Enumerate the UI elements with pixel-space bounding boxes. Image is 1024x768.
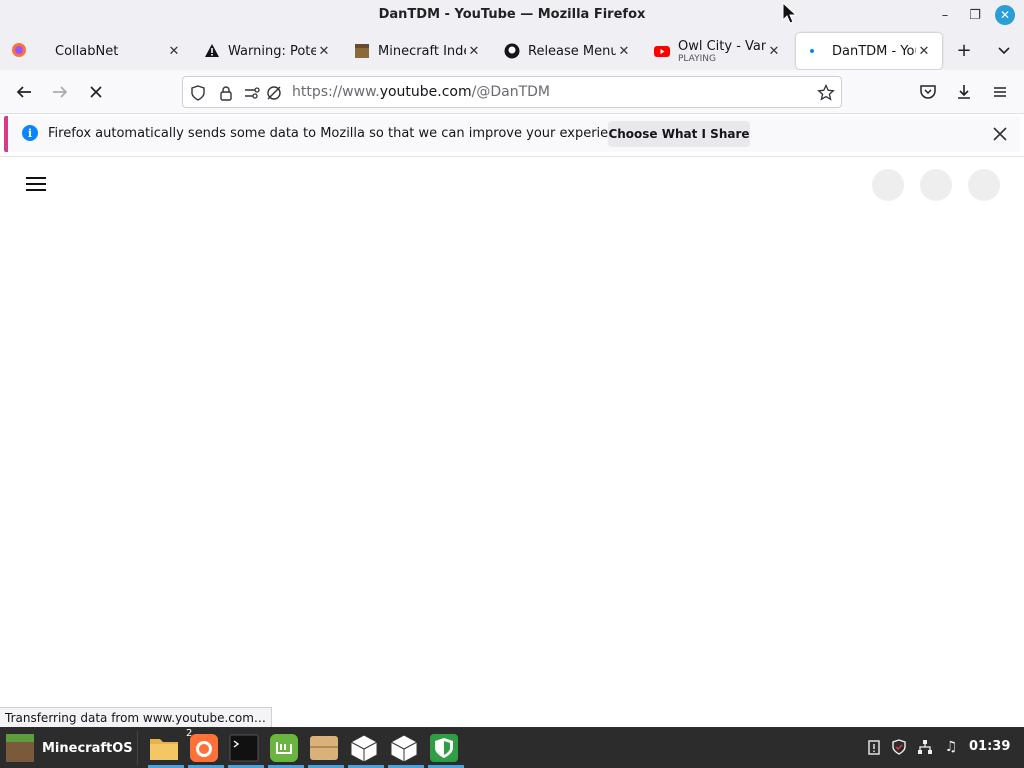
notification-message: Firefox automatically sends some data to… [48, 126, 636, 141]
firefox-app-icon[interactable]: 2 [186, 728, 224, 768]
window-titlebar: DanTDM - YouTube — Mozilla Firefox – ❐ ✕ [0, 0, 1024, 30]
box-app-icon-1[interactable] [348, 732, 384, 768]
info-icon: i [22, 125, 38, 141]
tracking-protection-icon[interactable] [265, 84, 283, 102]
back-icon[interactable] [12, 80, 36, 104]
choose-what-i-share-button[interactable]: Choose What I Share [608, 121, 750, 147]
taskbar-separator [137, 731, 138, 765]
sound-tray-icon[interactable]: ♫ [941, 737, 961, 757]
tab-close-icon[interactable]: ✕ [466, 43, 482, 59]
new-tab-icon[interactable]: + [953, 39, 975, 61]
navigation-toolbar: https://www.youtube.com/@DanTDM [0, 70, 1024, 114]
tab-strip: CollabNet ✕ Warning: Poten ✕ Minecraft I… [0, 30, 1024, 70]
tab-label: Owl City - Vanil [678, 38, 766, 54]
list-all-tabs-icon[interactable] [993, 39, 1015, 61]
tab-close-icon[interactable]: ✕ [316, 43, 332, 59]
app-menu-icon[interactable] [988, 80, 1012, 104]
tab-warning[interactable]: Warning: Poten ✕ [192, 33, 342, 69]
archive-app-icon[interactable] [308, 732, 344, 768]
box-app-icon-2[interactable] [388, 732, 424, 768]
tab-label: Minecraft Index [378, 43, 466, 59]
terminal-app-icon[interactable] [228, 732, 264, 768]
window-count-badge: 2 [186, 728, 193, 739]
mouse-cursor-icon [782, 1, 798, 28]
network-tray-icon[interactable] [915, 737, 935, 757]
taskbar: MinecraftOS 2 ♫ 01:39 [0, 727, 1024, 768]
tab-minecraft-index[interactable]: Minecraft Index ✕ [342, 33, 492, 69]
warning-icon [204, 43, 220, 59]
close-notification-icon[interactable] [990, 124, 1010, 144]
github-icon [504, 43, 520, 59]
guide-menu-icon[interactable] [26, 177, 46, 193]
status-panel: Transferring data from www.youtube.com… [0, 707, 272, 728]
forward-icon[interactable] [48, 80, 72, 104]
files-app-icon[interactable] [148, 732, 184, 768]
downloads-icon[interactable] [952, 80, 976, 104]
loading-placeholder-circle [872, 169, 904, 201]
tab-label: Warning: Poten [228, 43, 316, 59]
security-tray-icon[interactable] [889, 737, 909, 757]
minimize-button[interactable]: – [935, 5, 955, 25]
data-collection-notification: i Firefox automatically sends some data … [4, 116, 1020, 152]
youtube-icon [654, 43, 670, 59]
url-bar[interactable]: https://www.youtube.com/@DanTDM [182, 76, 842, 108]
start-label: MinecraftOS [42, 740, 133, 756]
url-prefix: https://www. [292, 84, 380, 100]
clock[interactable]: 01:39 [969, 739, 1010, 754]
start-menu-button[interactable]: MinecraftOS [6, 734, 133, 762]
tab-close-icon[interactable]: ✕ [916, 43, 932, 59]
permissions-icon[interactable] [243, 84, 261, 102]
minecraft-icon [354, 43, 370, 59]
clipboard-tray-icon[interactable] [864, 737, 884, 757]
url-path: /@DanTDM [471, 84, 551, 100]
loading-dot-icon [808, 43, 824, 59]
tab-playing-label: PLAYING [678, 53, 716, 64]
tab-label: CollabNet [55, 43, 119, 59]
maximize-button[interactable]: ❐ [965, 5, 985, 25]
shield-icon[interactable] [189, 84, 207, 102]
tab-owl-city[interactable]: Owl City - Vanil PLAYING ✕ [642, 33, 792, 69]
page-content [0, 156, 1024, 726]
mint-app-icon[interactable] [268, 732, 304, 768]
url-text[interactable]: https://www.youtube.com/@DanTDM [292, 84, 550, 100]
tab-close-icon[interactable]: ✕ [766, 43, 782, 59]
tab-release-menu[interactable]: Release MenuL ✕ [492, 33, 642, 69]
lock-icon[interactable] [217, 84, 235, 102]
tab-label: Release MenuL [528, 43, 616, 59]
tab-collabnet[interactable]: CollabNet ✕ [42, 33, 192, 69]
loading-placeholder-circle [920, 169, 952, 201]
pocket-icon[interactable] [916, 80, 940, 104]
close-window-button[interactable]: ✕ [995, 5, 1015, 25]
tab-close-icon[interactable]: ✕ [166, 43, 182, 59]
tab-dantdm[interactable]: DanTDM - YouT ✕ [796, 33, 942, 69]
tab-label: DanTDM - YouT [832, 43, 916, 59]
stop-loading-icon[interactable] [84, 80, 108, 104]
loading-placeholder-circle [968, 169, 1000, 201]
url-domain: youtube.com [379, 84, 472, 100]
tab-close-icon[interactable]: ✕ [616, 43, 632, 59]
firefox-menu-icon[interactable] [8, 39, 30, 61]
bookmark-star-icon[interactable] [817, 84, 835, 102]
shield-app-icon[interactable] [428, 732, 464, 768]
minecraft-logo-icon [6, 734, 34, 762]
window-title: DanTDM - YouTube — Mozilla Firefox [378, 7, 646, 22]
